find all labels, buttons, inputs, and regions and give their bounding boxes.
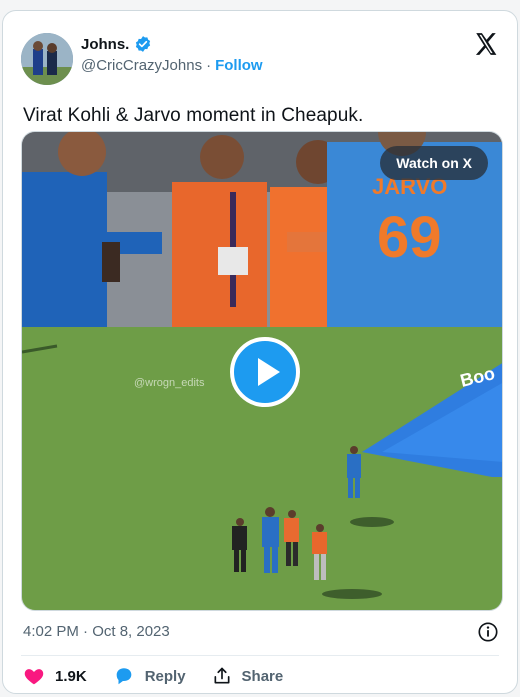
action-bar: 1.9K Reply Share [23,665,283,687]
follow-button[interactable]: Follow [215,57,263,74]
share-button[interactable]: Share [212,666,284,686]
x-logo-icon[interactable] [473,31,499,57]
author-handle-row: @CricCrazyJohns · Follow [81,57,263,74]
play-button[interactable] [230,337,300,407]
info-icon[interactable] [477,621,499,643]
tweet-card: Johns. @CricCrazyJohns · Follow Virat Ko… [2,10,518,694]
verified-badge-icon [136,36,151,52]
author-display-name[interactable]: Johns. [81,36,129,53]
tweet-timestamp[interactable]: 4:02 PM · Oct 8, 2023 [23,623,170,640]
reply-icon [116,668,132,685]
author-handle[interactable]: @CricCrazyJohns [81,57,202,74]
handle-separator: · [206,57,212,74]
like-button[interactable]: 1.9K [23,665,87,687]
reply-label: Reply [144,667,186,685]
reply-button[interactable]: Reply [113,665,186,687]
like-count: 1.9K [55,667,87,685]
video-watermark: @wrogn_edits [134,377,205,389]
tweet-text: Virat Kohli & Jarvo moment in Cheapuk. [23,105,364,126]
avatar[interactable] [21,33,73,85]
divider [21,655,499,656]
video-player[interactable]: JARVO 69 Boo @wrogn_edits Watch on X [21,131,503,611]
jersey-number: 69 [377,205,442,270]
watch-on-x-button[interactable]: Watch on X [380,146,488,180]
heart-icon [24,669,44,685]
share-icon [214,667,230,684]
author-name-row[interactable]: Johns. [81,35,152,53]
share-label: Share [241,667,284,685]
play-icon [258,358,280,386]
